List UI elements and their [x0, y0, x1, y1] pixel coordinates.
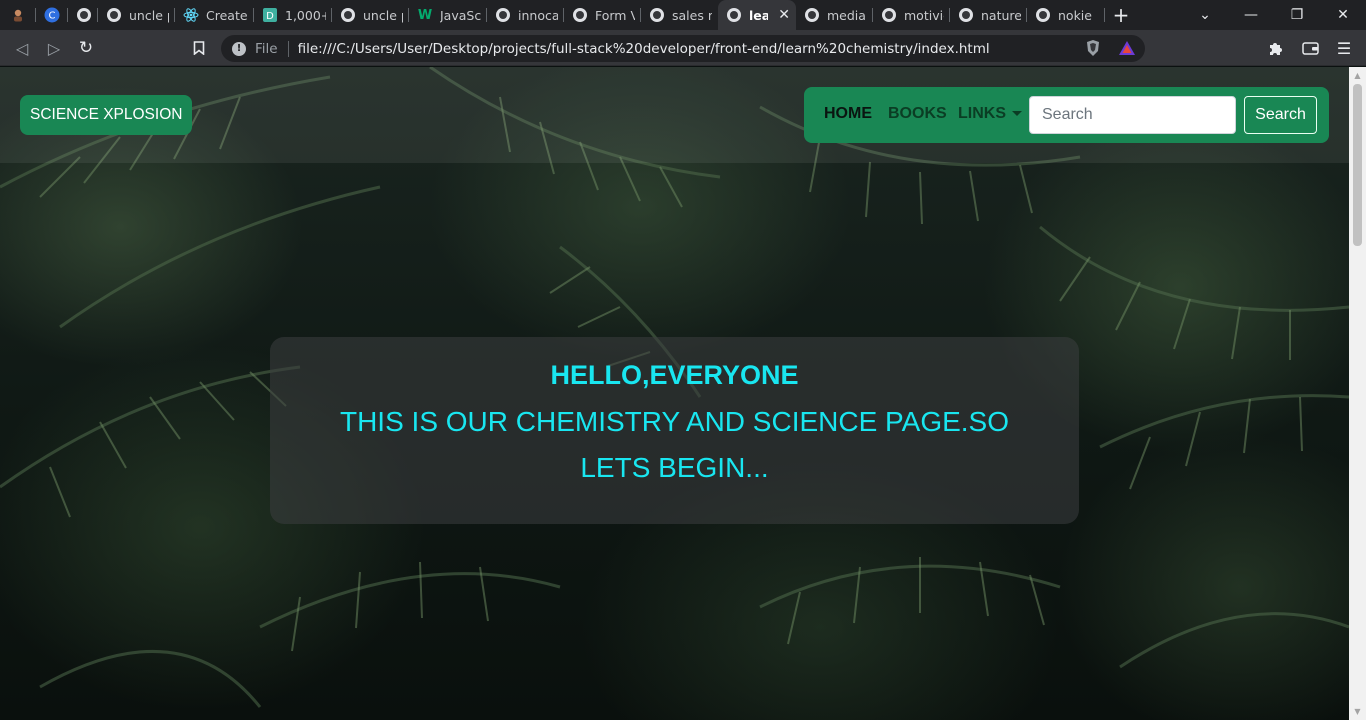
tab-nature[interactable]: nature	[950, 0, 1027, 30]
brave-shield-icon[interactable]	[1079, 34, 1107, 62]
scrollbar-thumb[interactable]	[1353, 84, 1362, 246]
tab-create[interactable]: Create a	[175, 0, 254, 30]
tab-uncle-p-2[interactable]: uncle p	[332, 0, 409, 30]
tab-profile[interactable]	[0, 0, 36, 30]
scroll-up-icon[interactable]: ▲	[1349, 67, 1366, 84]
wallet-icon[interactable]	[1296, 34, 1324, 62]
tab-title: innocal	[518, 7, 558, 23]
tab-uncle-p-1[interactable]: uncle p	[98, 0, 175, 30]
tab-search-chevron-icon[interactable]: ⌄	[1182, 0, 1228, 30]
url-text[interactable]: file:///C:/Users/User/Desktop/projects/f…	[298, 41, 1145, 57]
tab-innocal[interactable]: innocal	[487, 0, 564, 30]
brave-rewards-icon[interactable]	[1113, 34, 1141, 62]
tab-title: 1,000+	[285, 7, 326, 23]
tab-title: motivie	[904, 7, 944, 23]
tab-title: nokie	[1058, 7, 1092, 23]
tab-title: lear	[749, 7, 769, 23]
minimize-icon[interactable]: —	[1228, 0, 1274, 30]
w3-icon: W	[417, 7, 433, 23]
search-input[interactable]	[1029, 96, 1236, 134]
globe-icon	[804, 7, 820, 23]
globe-icon	[958, 7, 974, 23]
svg-text:D: D	[266, 11, 274, 22]
page-scrollbar[interactable]: ▲ ▼	[1349, 67, 1366, 720]
tab-1000[interactable]: D 1,000+	[254, 0, 332, 30]
dash-icon: D	[262, 7, 278, 23]
site-navbar: SCIENCE XPLOSION HOME BOOKS LINKS Search	[0, 67, 1349, 163]
tab-title: sales m	[672, 7, 712, 23]
tab-title: media	[827, 7, 866, 23]
globe-icon	[106, 7, 122, 23]
tab-strip: C uncle p Create a D 1,000+ uncle p W Ja…	[0, 0, 1366, 30]
tab-globe[interactable]	[68, 0, 98, 30]
bookmark-icon[interactable]	[185, 34, 213, 62]
tab-form-validation[interactable]: Form Va	[564, 0, 641, 30]
new-tab-plus-icon[interactable]: +	[1105, 0, 1137, 30]
reload-icon[interactable]: ↻	[72, 34, 100, 62]
nav-menu: HOME BOOKS LINKS Search	[804, 87, 1329, 143]
tab-learn-active[interactable]: lear ✕	[718, 0, 796, 30]
address-divider	[287, 40, 289, 57]
nav-home-link[interactable]: HOME	[824, 105, 872, 123]
tab-title: uncle p	[129, 7, 169, 23]
search-button[interactable]: Search	[1244, 96, 1317, 134]
tab-nokie[interactable]: nokie	[1027, 0, 1105, 30]
tab-canva[interactable]: C	[36, 0, 68, 30]
nav-links-dropdown[interactable]: LINKS	[958, 105, 1022, 123]
profile-icon	[10, 7, 26, 23]
scheme-label: File	[255, 40, 278, 57]
tab-title: nature	[981, 7, 1021, 23]
react-icon	[183, 7, 199, 23]
browser-toolbar: ◁ ▷ ↻ ! File file:///C:/Users/User/Deskt…	[0, 30, 1366, 66]
tab-sales[interactable]: sales m	[641, 0, 718, 30]
address-bar[interactable]: ! File file:///C:/Users/User/Desktop/pro…	[221, 35, 1145, 62]
menu-icon[interactable]: ☰	[1330, 34, 1358, 62]
restore-icon[interactable]: ❐	[1274, 0, 1320, 30]
hero-text: THIS IS OUR CHEMISTRY AND SCIENCE PAGE.S…	[339, 406, 1010, 483]
page-viewport: SCIENCE XPLOSION HOME BOOKS LINKS Search…	[0, 67, 1349, 720]
globe-icon	[726, 7, 742, 23]
globe-icon	[572, 7, 588, 23]
globe-icon	[340, 7, 356, 23]
site-info-icon[interactable]: !	[232, 41, 246, 56]
brand-logo-link[interactable]: SCIENCE XPLOSION	[20, 95, 193, 135]
caret-down-icon	[1012, 111, 1022, 117]
tab-title: Create a	[206, 7, 248, 23]
hero-card: HELLO,EVERYONE THIS IS OUR CHEMISTRY AND…	[270, 337, 1079, 524]
globe-icon	[649, 7, 665, 23]
canva-icon: C	[44, 7, 60, 23]
back-icon[interactable]: ◁	[8, 34, 36, 62]
tab-title: uncle p	[363, 7, 403, 23]
hero-heading: HELLO,EVERYONE	[550, 360, 799, 390]
tab-motivie[interactable]: motivie	[873, 0, 950, 30]
tab-title: JavaScr	[440, 7, 481, 23]
close-tab-icon[interactable]: ✕	[778, 7, 790, 23]
scroll-down-icon[interactable]: ▼	[1349, 703, 1366, 720]
nav-books-link[interactable]: BOOKS	[888, 105, 947, 123]
close-window-icon[interactable]: ✕	[1320, 0, 1366, 30]
globe-icon	[881, 7, 897, 23]
svg-text:C: C	[49, 11, 56, 22]
globe-icon	[1035, 7, 1051, 23]
tab-media[interactable]: media	[796, 0, 873, 30]
nav-links-label: LINKS	[958, 105, 1006, 122]
globe-icon	[495, 7, 511, 23]
forward-icon[interactable]: ▷	[40, 34, 68, 62]
tab-javascript[interactable]: W JavaScr	[409, 0, 487, 30]
tab-title: Form Va	[595, 7, 635, 23]
extensions-icon[interactable]	[1262, 34, 1290, 62]
globe-icon	[76, 7, 92, 23]
